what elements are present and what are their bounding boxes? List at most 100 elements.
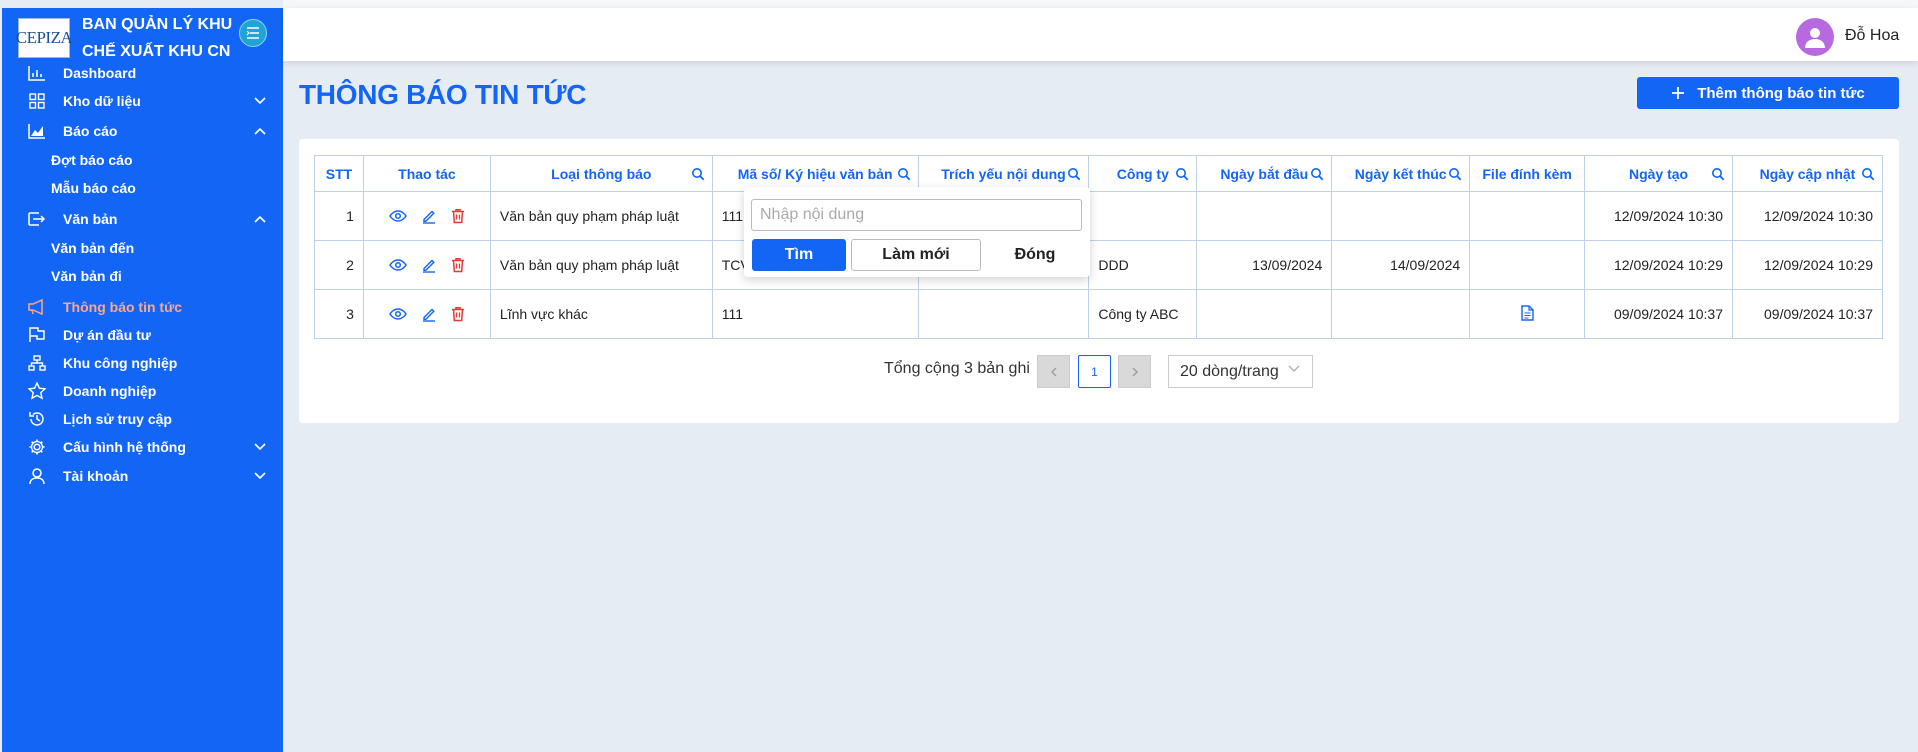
sidebar-item-lich-su-truy-cap[interactable]: Lịch sử truy cập: [2, 404, 283, 434]
news-table-card: STT Thao tác Loại thông báo Mã số/ Ký hi…: [299, 139, 1899, 423]
cell-stt: 2: [314, 240, 364, 290]
browser-strip: [283, 0, 1918, 8]
bar-chart-icon: [27, 63, 47, 83]
sidebar-item-du-an-dau-tu[interactable]: Dự án đầu tư: [2, 320, 283, 350]
menu-toggle-icon[interactable]: [239, 19, 267, 47]
user-icon: [27, 466, 47, 486]
view-icon[interactable]: [389, 209, 407, 223]
view-icon[interactable]: [389, 258, 407, 272]
col-created[interactable]: Ngày tạo: [1584, 155, 1733, 192]
cell-code: 111: [711, 289, 919, 339]
sidebar-item-tai-khoan[interactable]: Tài khoản: [2, 461, 283, 491]
delete-icon[interactable]: [451, 257, 465, 273]
cell-attachment: [1469, 240, 1586, 290]
page-size-select[interactable]: 20 dòng/trang: [1168, 355, 1313, 388]
cell-summary: [917, 289, 1090, 339]
flag-icon: [27, 325, 47, 345]
filter-input[interactable]: [751, 199, 1082, 231]
search-icon[interactable]: [1175, 167, 1189, 181]
sidebar-item-van-ban[interactable]: Văn bản: [2, 204, 283, 234]
cell-end-date: [1331, 289, 1471, 339]
username[interactable]: Đỗ Hoa: [1845, 27, 1899, 45]
sidebar-item-doanh-nghiep[interactable]: Doanh nghiệp: [2, 376, 283, 406]
chevron-down-icon: [253, 469, 267, 483]
search-icon[interactable]: [1448, 167, 1462, 181]
col-stt: STT: [314, 155, 364, 192]
cell-attachment: [1469, 289, 1586, 339]
search-icon[interactable]: [1310, 167, 1324, 181]
star-icon: [27, 381, 47, 401]
sidebar-item-bao-cao[interactable]: Báo cáo: [2, 116, 283, 146]
chevron-up-icon: [253, 124, 267, 138]
user-avatar-icon: [1805, 28, 1825, 48]
col-start-date[interactable]: Ngày bắt đầu: [1196, 155, 1333, 192]
close-button[interactable]: Đóng: [987, 239, 1083, 271]
brand-logo: CEPIZA: [16, 18, 73, 58]
edit-icon[interactable]: [421, 306, 437, 322]
sidebar-item-kho-du-lieu[interactable]: Kho dữ liệu: [2, 86, 283, 116]
delete-icon[interactable]: [451, 208, 465, 224]
search-icon[interactable]: [897, 167, 911, 181]
file-attachment-icon[interactable]: [1520, 304, 1534, 324]
add-news-button[interactable]: Thêm thông báo tin tức: [1637, 77, 1899, 109]
cell-type: Lĩnh vực khác: [489, 289, 713, 339]
cell-start-date: [1196, 289, 1333, 339]
sidebar: CEPIZA BAN QUẢN LÝ KHU CHẾ XUẤT KHU CN D…: [2, 8, 283, 752]
table-header-row: STT Thao tác Loại thông báo Mã số/ Ký hi…: [314, 155, 1884, 192]
plus-icon: [1672, 87, 1685, 99]
search-icon[interactable]: [1711, 167, 1725, 181]
cell-created: 12/09/2024 10:30: [1584, 191, 1733, 241]
sidebar-item-cau-hinh-he-thong[interactable]: Cấu hình hệ thống: [2, 432, 283, 462]
view-icon[interactable]: [389, 307, 407, 321]
cell-updated: 12/09/2024 10:30: [1731, 191, 1884, 241]
history-icon: [27, 409, 47, 429]
col-updated[interactable]: Ngày cập nhật: [1731, 155, 1884, 192]
find-button[interactable]: Tìm: [752, 239, 846, 271]
col-end-date[interactable]: Ngày kết thúc: [1331, 155, 1471, 192]
table-row[interactable]: 1 Văn bản quy phạm pháp luật 111 12/09/2…: [314, 191, 1884, 241]
column-filter-popup: Tìm Làm mới Đóng: [744, 187, 1090, 277]
prev-page-button[interactable]: [1037, 355, 1070, 388]
cell-attachment: [1469, 191, 1586, 241]
cell-end-date: [1331, 191, 1471, 241]
reset-button[interactable]: Làm mới: [851, 239, 981, 271]
table-row[interactable]: 2 Văn bản quy phạm pháp luật TCV DDD 13/…: [314, 240, 1884, 290]
edit-icon[interactable]: [421, 257, 437, 273]
cell-actions: [362, 240, 491, 290]
next-page-button[interactable]: [1118, 355, 1151, 388]
cell-actions: [362, 191, 491, 241]
sidebar-item-dashboard[interactable]: Dashboard: [2, 58, 283, 88]
page-title: THÔNG BÁO TIN TỨC: [299, 79, 587, 110]
brand-line1: BAN QUẢN LÝ KHU: [82, 16, 233, 33]
table-row[interactable]: 3 Lĩnh vực khác 111 Công ty ABC 09/09/20…: [314, 289, 1884, 339]
chevron-down-icon: [253, 94, 267, 108]
avatar[interactable]: [1796, 18, 1834, 56]
chevron-down-icon: [253, 440, 267, 454]
sidebar-item-van-ban-den[interactable]: Văn bản đến: [2, 234, 283, 262]
sidebar-item-dot-bao-cao[interactable]: Đợt báo cáo: [2, 146, 283, 174]
search-icon[interactable]: [1067, 167, 1081, 181]
chevron-right-icon: [1132, 367, 1138, 376]
edit-icon[interactable]: [421, 208, 437, 224]
col-type[interactable]: Loại thông báo: [489, 155, 713, 192]
delete-icon[interactable]: [451, 306, 465, 322]
area-chart-icon: [27, 121, 47, 141]
search-icon[interactable]: [691, 167, 705, 181]
col-attachment: File đính kèm: [1469, 155, 1586, 192]
cell-end-date: 14/09/2024: [1331, 240, 1471, 290]
cell-company: Công ty ABC: [1088, 289, 1198, 339]
cell-created: 12/09/2024 10:29: [1584, 240, 1733, 290]
sidebar-item-mau-bao-cao[interactable]: Mẫu báo cáo: [2, 174, 283, 202]
sidebar-item-thong-bao-tin-tuc[interactable]: Thông báo tin tức: [2, 292, 283, 322]
col-actions: Thao tác: [362, 155, 491, 192]
sidebar-item-khu-cong-nghiep[interactable]: Khu công nghiệp: [2, 348, 283, 378]
page-number-button[interactable]: 1: [1078, 355, 1111, 388]
sidebar-item-van-ban-di[interactable]: Văn bản đi: [2, 262, 283, 290]
sidebar-nav: Dashboard Kho dữ liệu Báo cáo Đợt báo cá…: [2, 65, 283, 746]
cell-company: DDD: [1088, 240, 1198, 290]
cell-type: Văn bản quy phạm pháp luật: [489, 191, 713, 241]
cell-stt: 3: [314, 289, 364, 339]
megaphone-icon: [27, 297, 47, 317]
search-icon[interactable]: [1861, 167, 1875, 181]
col-company[interactable]: Công ty: [1088, 155, 1198, 192]
